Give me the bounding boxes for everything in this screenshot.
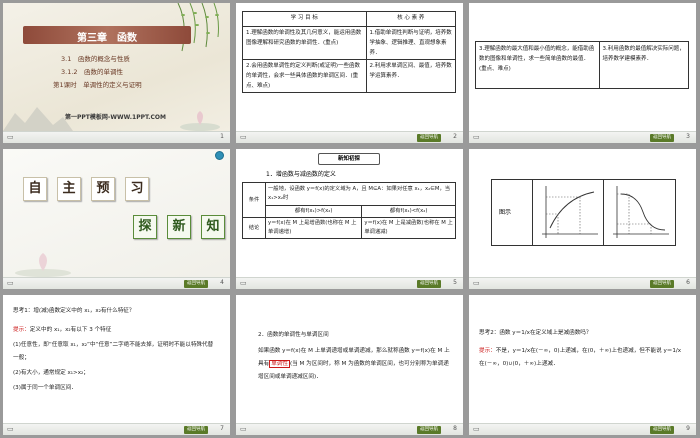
- decreasing-condition: 都有f(x₁)<f(x₂): [361, 205, 456, 218]
- slide-number: 1: [220, 133, 224, 140]
- cell-divider: [603, 180, 604, 245]
- definition-title: 1．增函数与减函数的定义: [266, 171, 336, 178]
- monotonicity-title: 2．函数的单调性与单调区间: [258, 332, 329, 338]
- section-title-row-1: 自 主 预 习: [23, 177, 149, 201]
- slide-thumbnail-2[interactable]: 学 习 目 标 核 心 素 养 1.理解函数的单调性及其几何意义，能运用函数图像…: [236, 3, 463, 143]
- hint-text: 不是，y＝1/x在(－∞，0)上递减，在(0，＋∞)上也递减，但不能说 y＝1/…: [479, 348, 682, 367]
- ink-mountain-decoration: [3, 107, 73, 131]
- slide-number: 5: [453, 279, 457, 286]
- highlight-term: 单调性: [269, 360, 290, 368]
- objectives-table: 学 习 目 标 核 心 素 养 1.理解函数的单调性及其几何意义，能运用函数图像…: [242, 11, 457, 93]
- condition-label: 条件: [242, 182, 266, 218]
- hint-line-2: (1)任意性，即“任意取 x₁，x₂”中“任意”二字绝不能去掉，证明时不能以特殊…: [13, 342, 214, 361]
- increasing-graph: [542, 186, 598, 238]
- slide-number: 4: [220, 279, 224, 286]
- slide-thumbnail-9[interactable]: 思考2：函数 y＝1/x在定义域上是减函数吗？ 提示：不是，y＝1/x在(－∞，…: [469, 295, 696, 435]
- new-knowledge-badge: 新知初探: [318, 153, 380, 165]
- title-char: 新: [167, 215, 191, 239]
- slide-number: 9: [686, 425, 690, 432]
- book-icon: ▭: [473, 425, 480, 433]
- slide-thumbnail-8[interactable]: 2．函数的单调性与单调区间 如果函数 y＝f(x)在 M 上单调递增或单调递减，…: [236, 295, 463, 435]
- increasing-conclusion: y＝f(x)在 M 上是增函数(也称在 M 上单调递增): [264, 217, 363, 239]
- objective-cell-2: 2.会用函数单调性的定义判断(或证明)一些函数的单调性，会求一些具体函数的单调区…: [242, 59, 367, 93]
- increasing-condition: 都有f(x₁)>f(x₂): [264, 205, 363, 218]
- think-question-2: 思考2：函数 y＝1/x在定义域上是减函数吗？: [479, 330, 592, 336]
- objectives-header: 学 习 目 标: [242, 11, 367, 27]
- return-nav-tag[interactable]: 返回导航: [417, 280, 441, 288]
- book-icon: ▭: [7, 279, 14, 287]
- literacy-header: 核 心 素 养: [365, 11, 457, 27]
- hint-line-3: (2)有大小，通常规定 x₁>x₂；: [13, 370, 89, 376]
- slide-number: 2: [453, 133, 457, 140]
- dot-decoration: [215, 151, 224, 160]
- book-icon: ▭: [240, 279, 247, 287]
- book-icon: ▭: [7, 133, 14, 141]
- diagram-table: [491, 179, 676, 246]
- chapter-banner: 第三章 函数: [23, 26, 191, 44]
- conclusion-label: 结论: [242, 217, 266, 239]
- lesson-title: 第1课时 单调性的定义与证明: [53, 81, 142, 89]
- objective-cell-3: 3.理解函数的最大值和最小值的概念，能借助函数的图像和单调性，求一些简单函数的最…: [475, 41, 600, 89]
- return-nav-tag[interactable]: 返回导航: [417, 426, 441, 434]
- diagram-label: 图示: [499, 209, 512, 216]
- slide-thumbnail-7[interactable]: 思考1：增(减)函数定义中的 x₁，x₂有什么特征？ 提示：定义中的 x₁，x₂…: [3, 295, 230, 435]
- condition-text: 一般地，设函数 y＝f(x)的定义域为 A，且 M⊆A：如果对任意 x₁，x₂∈…: [265, 182, 456, 206]
- monotonicity-paragraph: 如果函数 y＝f(x)在 M 上单调递增或单调递减，那么就称函数 y＝f(x)在…: [258, 345, 454, 384]
- hint-label: 提示：: [479, 348, 496, 354]
- slide-thumbnail-4[interactable]: 自 主 预 习 探 新 知 ▭ 返回导航 4: [3, 149, 230, 289]
- literacy-cell-1: 1.借助单调性判断与证明，培养数学抽象、逻辑推理、直观想象素养．: [365, 26, 457, 60]
- subsection-title: 3.1.2 函数的单调性: [61, 68, 124, 76]
- return-nav-tag[interactable]: 返回导航: [650, 280, 674, 288]
- footer-bar: [3, 131, 230, 143]
- think-question-1: 思考1：增(减)函数定义中的 x₁，x₂有什么特征？: [13, 308, 135, 314]
- return-nav-tag[interactable]: 返回导航: [184, 426, 208, 434]
- return-nav-tag[interactable]: 返回导航: [650, 134, 674, 142]
- section-title: 3.1 函数的概念与性质: [61, 55, 130, 63]
- hint-label: 提示：: [13, 327, 30, 333]
- decreasing-graph: [613, 186, 669, 238]
- decreasing-conclusion: y＝f(x)在 M 上是减函数(也称在 M 上单调递减): [361, 217, 456, 239]
- book-icon: ▭: [7, 425, 14, 433]
- return-nav-tag[interactable]: 返回导航: [417, 134, 441, 142]
- return-nav-tag[interactable]: 返回导航: [184, 280, 208, 288]
- title-char: 自: [23, 177, 47, 201]
- slide-number: 7: [220, 425, 224, 432]
- title-char: 知: [201, 215, 225, 239]
- book-icon: ▭: [473, 279, 480, 287]
- hint-line-1: 提示：定义中的 x₁，x₂有以下 3 个特征: [13, 324, 218, 337]
- lotus-decoration: [15, 253, 71, 277]
- title-char: 习: [125, 177, 149, 201]
- section-title-row-2: 探 新 知: [133, 215, 225, 239]
- template-logo-text: 第一PPT模板网-WWW.1PPT.COM: [65, 114, 166, 121]
- book-icon: ▭: [240, 425, 247, 433]
- slide-thumbnail-5[interactable]: 新知初探 1．增函数与减函数的定义 条件 一般地，设函数 y＝f(x)的定义域为…: [236, 149, 463, 289]
- slide-number: 6: [686, 279, 690, 286]
- slide-thumbnail-3[interactable]: 3.理解函数的最大值和最小值的概念，能借助函数的图像和单调性，求一些简单函数的最…: [469, 3, 696, 143]
- hint-text: 定义中的 x₁，x₂有以下 3 个特征: [29, 327, 112, 333]
- literacy-cell-3: 3.利用函数的最值解决实际问题，培养数学建模素养．: [598, 41, 690, 89]
- cell-divider: [532, 180, 533, 245]
- slide-thumbnail-6[interactable]: 图示 ▭ 返回导航 6: [469, 149, 696, 289]
- title-char: 主: [57, 177, 81, 201]
- literacy-cell-2: 2.利用求单调区间、最值，培养数学运算素养．: [365, 59, 457, 93]
- lotus-decoration: [180, 111, 220, 131]
- chapter-title: 第三章 函数: [77, 33, 137, 44]
- title-char: 探: [133, 215, 157, 239]
- objectives-table-continued: 3.理解函数的最大值和最小值的概念，能借助函数的图像和单调性，求一些简单函数的最…: [475, 41, 690, 89]
- definition-table: 条件 一般地，设函数 y＝f(x)的定义域为 A，且 M⊆A：如果对任意 x₁，…: [242, 182, 456, 239]
- title-char: 预: [91, 177, 115, 201]
- slide-number: 3: [686, 133, 690, 140]
- book-icon: ▭: [473, 133, 480, 141]
- slide-thumbnail-1[interactable]: 第三章 函数 3.1 函数的概念与性质 3.1.2 函数的单调性 第1课时 单调…: [3, 3, 230, 143]
- hint-line-4: (3)属于同一个单调区间．: [13, 385, 77, 391]
- slide-number: 8: [453, 425, 457, 432]
- book-icon: ▭: [240, 133, 247, 141]
- return-nav-tag[interactable]: 返回导航: [650, 426, 674, 434]
- hint-answer: 提示：不是，y＝1/x在(－∞，0)上递减，在(0，＋∞)上也递减，但不能说 y…: [479, 345, 684, 371]
- objective-cell-1: 1.理解函数的单调性及其几何意义，能运用函数图像理解和研究函数的单调性．(重点): [242, 26, 367, 60]
